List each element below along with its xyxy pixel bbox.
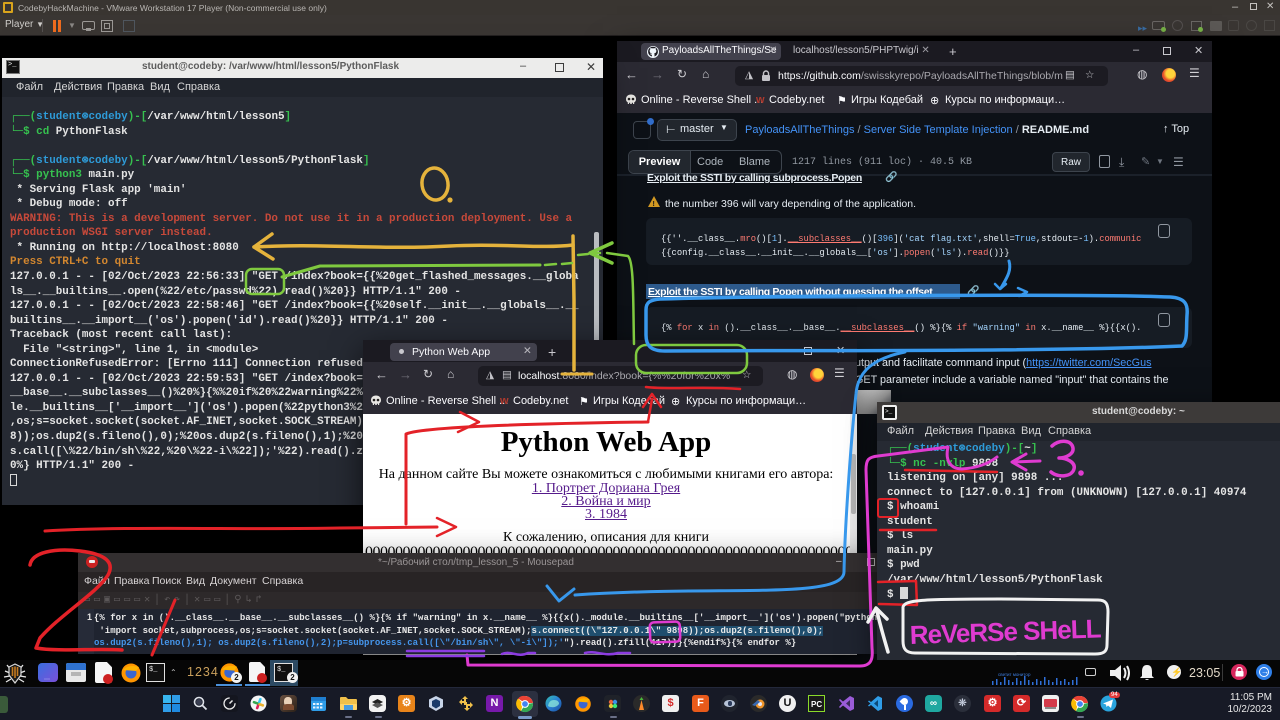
svg-text:светит монитор: светит монитор [998,672,1031,677]
svg-text:PC: PC [811,700,822,709]
